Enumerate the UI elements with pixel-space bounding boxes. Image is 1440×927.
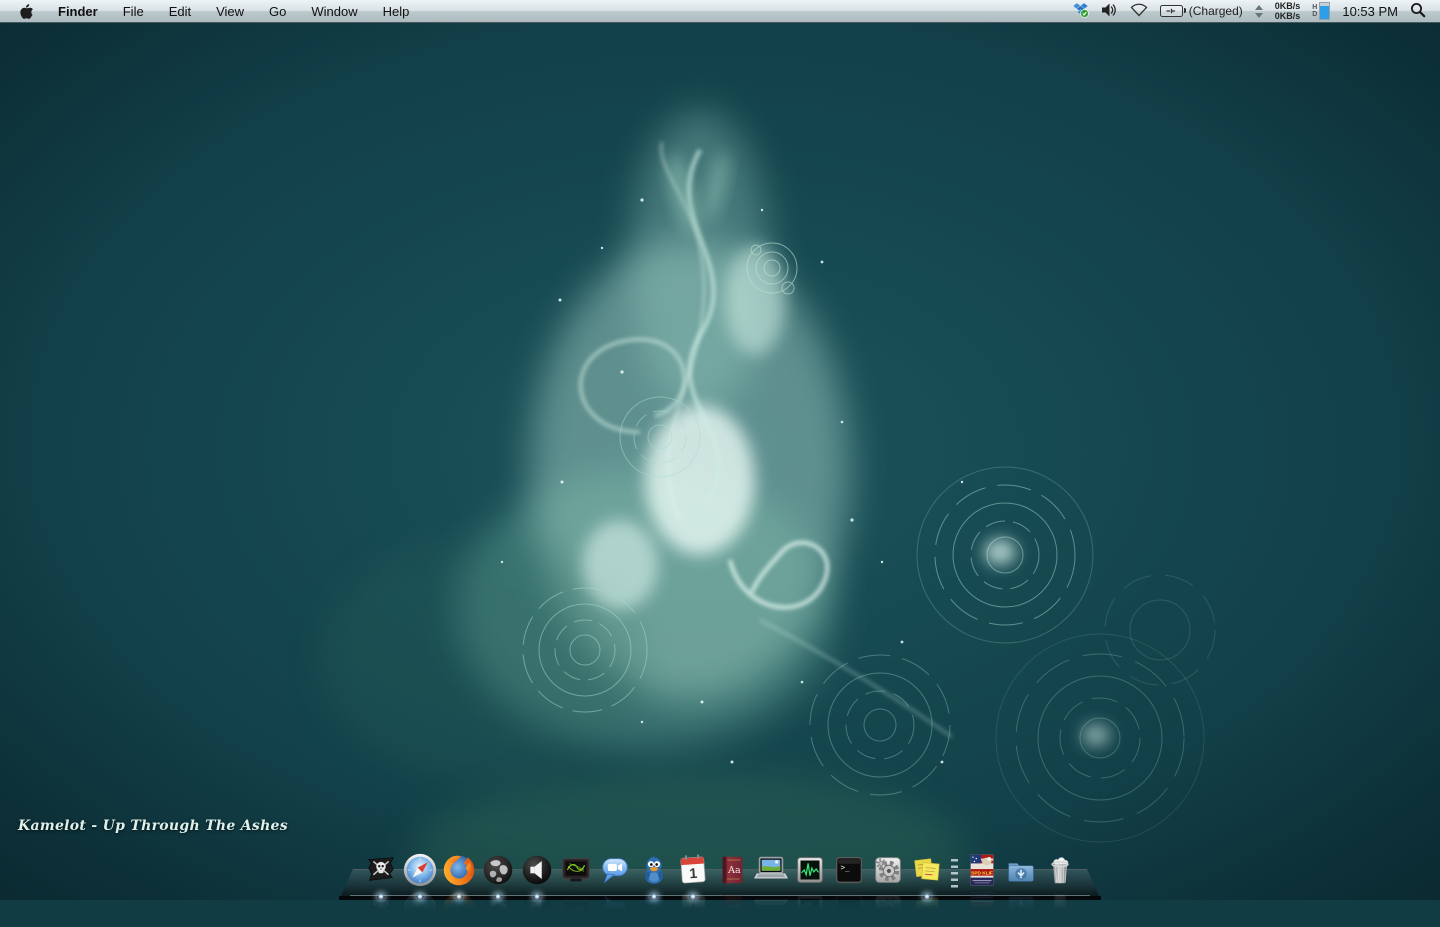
menu-go[interactable]: Go (269, 4, 286, 19)
icon-reflection (1050, 894, 1069, 921)
disk-activity-indicator[interactable]: H D (1312, 2, 1331, 20)
svg-text:Aa: Aa (727, 865, 741, 876)
icon-reflection (796, 895, 823, 921)
dock-dark-globe-app[interactable] (479, 851, 517, 923)
dock-ical[interactable]: 1 1 (674, 851, 712, 924)
icon-reflection (753, 899, 788, 922)
menu-window[interactable]: Window (311, 4, 357, 19)
battery-status-label: (Charged) (1188, 4, 1243, 18)
activity-monitor-icon (796, 857, 823, 883)
dock-downloads-folder[interactable] (1002, 851, 1040, 915)
pirate-flag-icon (367, 857, 394, 881)
dock-activity-monitor[interactable] (791, 851, 829, 921)
ichat-bubble-icon (601, 858, 628, 884)
dock-adium[interactable] (635, 851, 673, 923)
terminal-icon: >_ (835, 856, 862, 884)
dock-separator (947, 851, 962, 889)
running-indicator (494, 894, 501, 899)
laptop-xp-icon (753, 856, 788, 879)
volume-menu-extra[interactable] (1101, 2, 1118, 21)
spd-klif-cover-icon: SPD KLIF (969, 854, 994, 886)
menu-bar-clock[interactable]: 10:53 PM (1342, 4, 1398, 19)
net-down-label: 0KB/s (1274, 11, 1301, 21)
svg-text:Aa: Aa (727, 902, 741, 913)
running-indicator (533, 894, 540, 899)
dock-system-preferences[interactable] (869, 851, 907, 921)
adium-duck-icon (644, 855, 663, 884)
icon-reflection (561, 896, 590, 920)
speaker-icon (522, 855, 551, 885)
menu-file[interactable]: File (123, 4, 144, 19)
svg-text:SPD KLIF: SPD KLIF (971, 870, 993, 876)
now-playing-track-label: Kamelot - Up Through The Ashes (18, 818, 288, 834)
dropbox-icon (1072, 2, 1089, 18)
menu-app-name[interactable]: Finder (58, 4, 98, 19)
dock: 1 1 Aa Aa >_ >_ SPD KLIF SPD KLIF (339, 834, 1101, 925)
volume-icon (1101, 3, 1116, 16)
dock-speaker-audio-app[interactable] (518, 851, 556, 923)
menu-edit[interactable]: Edit (169, 4, 191, 19)
spotlight-icon (1411, 2, 1426, 17)
desktop-wallpaper (0, 0, 1440, 900)
disk-letter-top: H (1312, 4, 1318, 11)
svg-text:SPD KLIF: SPD KLIF (971, 902, 993, 908)
icon-reflection: Aa (722, 894, 742, 922)
wifi-menu-extra[interactable] (1130, 2, 1148, 20)
firefox-icon (443, 854, 474, 886)
menu-help[interactable]: Help (383, 4, 410, 19)
trash-full-icon (1050, 857, 1069, 884)
disk-letter-bottom: D (1312, 11, 1318, 18)
downloads-folder-icon (1007, 863, 1034, 882)
dictionary-book-icon: Aa (722, 856, 742, 884)
dock-safari[interactable] (401, 851, 439, 925)
dock-terminal[interactable]: >_ >_ (830, 851, 868, 922)
icon-reflection (874, 895, 901, 921)
apple-icon (20, 4, 33, 19)
dark-globe-icon (483, 855, 512, 885)
icon-reflection: >_ (835, 894, 862, 922)
icon-reflection (601, 894, 628, 920)
menu-bar: Finder File Edit View Go Window Help (Ch… (0, 0, 1440, 23)
disk-activity-icon (1319, 2, 1331, 20)
menu-view[interactable]: View (216, 4, 244, 19)
dock-dictionary[interactable]: Aa Aa (713, 851, 751, 922)
battery-menu-extra[interactable]: (Charged) (1159, 4, 1243, 18)
running-indicator (650, 894, 657, 899)
updown-arrows-icon[interactable] (1254, 4, 1263, 18)
svg-text:1: 1 (688, 866, 697, 883)
dropbox-menu-extra[interactable] (1072, 1, 1089, 21)
running-indicator (416, 894, 423, 899)
dock-ichat[interactable] (596, 851, 634, 920)
green-screen-tv-icon (561, 858, 590, 882)
running-indicator (377, 894, 384, 899)
network-speed-indicator[interactable]: 0KB/s 0KB/s (1275, 1, 1301, 21)
spotlight-menu-extra[interactable] (1410, 2, 1426, 21)
safari-compass-icon (403, 853, 436, 887)
dock-stickies[interactable] (908, 851, 946, 920)
battery-icon (1159, 5, 1187, 17)
icon-reflection: SPD KLIF (969, 892, 994, 924)
icon-reflection (1007, 896, 1034, 915)
dock-finder-pirate-flag[interactable] (362, 851, 400, 921)
separator-dashes (950, 859, 958, 889)
ical-icon: 1 (680, 854, 705, 884)
stickies-notes-icon (913, 858, 940, 881)
svg-text:>_: >_ (840, 906, 850, 915)
dock-spd-klif-document[interactable]: SPD KLIF SPD KLIF (963, 851, 1001, 924)
dock-remote-desktop[interactable] (752, 851, 790, 922)
running-indicator (455, 894, 462, 899)
dock-trash[interactable] (1041, 851, 1079, 921)
dock-green-screen-media-app[interactable] (557, 851, 595, 920)
running-indicator (923, 894, 930, 899)
svg-text:>_: >_ (840, 863, 850, 872)
dock-firefox[interactable] (440, 851, 478, 924)
wifi-icon (1130, 3, 1148, 17)
running-indicator (689, 894, 696, 899)
net-up-label: 0KB/s (1274, 1, 1301, 11)
system-preferences-gears-icon (874, 857, 901, 883)
apple-menu[interactable] (20, 3, 33, 19)
